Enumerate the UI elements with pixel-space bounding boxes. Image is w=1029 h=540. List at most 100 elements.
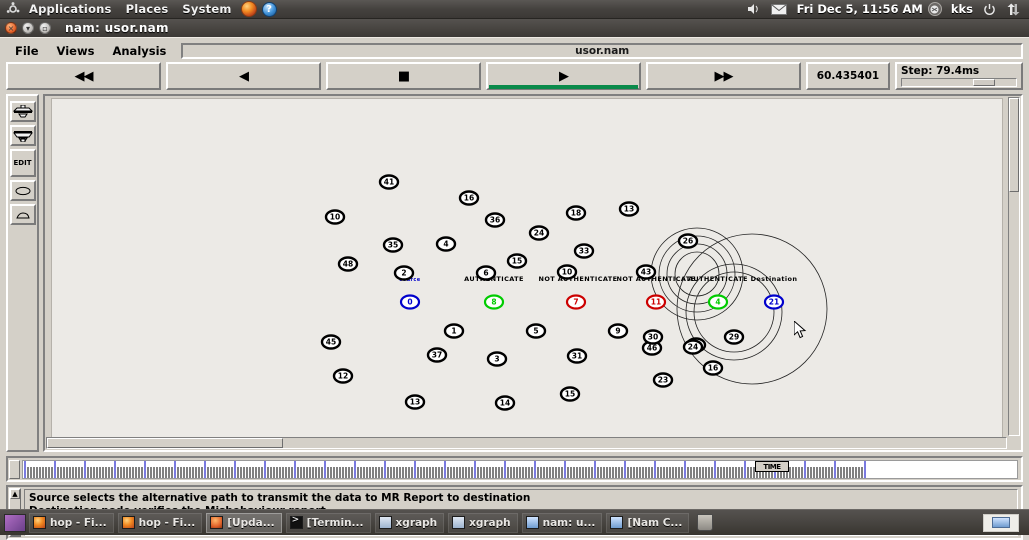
network-node[interactable]: 5 (527, 325, 545, 338)
timeline-scroll-left-button[interactable] (9, 460, 20, 479)
network-node[interactable]: 0 (401, 296, 419, 309)
network-node[interactable]: 21 (765, 296, 783, 309)
console-line: Source selects the alternative path to t… (29, 492, 1013, 505)
network-node[interactable]: 43 (637, 266, 655, 279)
taskbar-item[interactable]: [Upda... (206, 513, 281, 533)
trash-icon[interactable] (697, 514, 713, 531)
network-node[interactable]: 48 (339, 258, 357, 271)
canvas-horizontal-scrollbar-thumb[interactable] (47, 438, 283, 448)
network-node-id: 24 (688, 343, 698, 352)
canvas-horizontal-scrollbar[interactable] (46, 437, 1007, 449)
zoom-in-button[interactable] (10, 101, 36, 122)
step-size-slider-thumb[interactable] (973, 79, 995, 86)
firefox-icon[interactable] (241, 1, 257, 17)
network-node[interactable]: 13 (406, 396, 424, 409)
minimize-icon[interactable]: ▾ (22, 22, 34, 34)
zoom-out-button[interactable] (10, 125, 36, 146)
network-node[interactable]: 36 (486, 214, 504, 227)
network-node-id: 21 (769, 298, 779, 307)
network-node[interactable]: 26 (679, 235, 697, 248)
network-node[interactable]: 37 (428, 349, 446, 362)
clock[interactable]: Fri Dec 5, 11:56 AM (792, 2, 928, 16)
window-list-icon[interactable] (983, 514, 1019, 532)
fast-forward-button[interactable]: ▶▶ (646, 62, 801, 90)
network-node[interactable]: 18 (567, 207, 585, 220)
network-node-id: 24 (534, 229, 544, 238)
step-size-slider[interactable] (901, 78, 1017, 87)
taskbar-item[interactable]: [Termin... (286, 513, 371, 533)
menu-analysis[interactable]: Analysis (103, 42, 175, 60)
network-node[interactable]: 1 (445, 325, 463, 338)
menu-applications[interactable]: Applications (22, 0, 119, 18)
network-node[interactable]: 6 (477, 267, 495, 280)
user-avatar-icon[interactable] (928, 2, 942, 16)
taskbar-item[interactable]: hop - Fi... (118, 513, 203, 533)
network-node[interactable]: 35 (384, 239, 402, 252)
stop-button[interactable]: ■ (326, 62, 481, 90)
network-node[interactable]: 31 (568, 350, 586, 363)
network-updown-icon[interactable] (1001, 3, 1025, 16)
network-node[interactable]: 10 (326, 211, 344, 224)
trace-filename-field[interactable]: usor.nam (181, 43, 1023, 59)
menu-places[interactable]: Places (119, 0, 176, 18)
network-node[interactable]: 45 (322, 336, 340, 349)
network-node[interactable]: 2 (395, 267, 413, 280)
taskbar-item[interactable]: xgraph (375, 513, 445, 533)
rewind-button[interactable]: ◀◀ (6, 62, 161, 90)
network-node[interactable]: 24 (684, 341, 702, 354)
network-node[interactable]: 16 (704, 362, 722, 375)
network-node[interactable]: 7 (567, 296, 585, 309)
close-icon[interactable]: × (5, 22, 17, 34)
menu-file[interactable]: File (6, 42, 48, 60)
taskbar-item[interactable]: [Nam C... (606, 513, 689, 533)
network-node[interactable]: 41 (380, 176, 398, 189)
volume-icon[interactable] (742, 3, 766, 15)
scroll-up-icon[interactable]: ▲ (10, 489, 20, 499)
network-node[interactable]: 23 (654, 374, 672, 387)
network-node[interactable]: 13 (620, 203, 638, 216)
show-desktop-icon[interactable] (4, 514, 26, 532)
play-button[interactable]: ▶ (486, 62, 641, 90)
network-animation-canvas[interactable]: sourceAUTHENTICATENOT AUTHENTICATENOT AU… (51, 98, 1003, 438)
network-node[interactable]: 10 (558, 266, 576, 279)
power-icon[interactable] (978, 3, 1001, 16)
network-node[interactable]: 15 (561, 388, 579, 401)
gnome-foot-icon[interactable] (4, 1, 22, 17)
canvas-vertical-scrollbar-thumb[interactable] (1009, 98, 1019, 192)
network-node-id: 16 (464, 194, 474, 203)
network-node[interactable]: 8 (485, 296, 503, 309)
step-back-button[interactable]: ◀ (166, 62, 321, 90)
mouse-pointer-icon (794, 321, 808, 340)
menu-views[interactable]: Views (48, 42, 104, 60)
menu-system[interactable]: System (175, 0, 238, 18)
network-node[interactable]: 9 (609, 325, 627, 338)
username[interactable]: kks (946, 2, 978, 16)
help-icon[interactable]: ? (262, 2, 277, 17)
network-node[interactable]: 14 (496, 397, 514, 410)
transmission-ring (675, 252, 719, 296)
taskbar-item[interactable]: xgraph (448, 513, 518, 533)
network-node[interactable]: 24 (530, 227, 548, 240)
oval-tool-button[interactable] (10, 180, 36, 201)
network-node-id: 2 (401, 269, 406, 278)
timeline-time-marker[interactable]: TIME (755, 461, 789, 472)
edit-button[interactable]: EDIT (10, 149, 36, 177)
mail-icon[interactable] (766, 4, 792, 15)
blob-tool-button[interactable] (10, 204, 36, 225)
taskbar-item[interactable]: nam: u... (522, 513, 603, 533)
network-node[interactable]: 16 (460, 192, 478, 205)
network-node[interactable]: 33 (575, 245, 593, 258)
network-node[interactable]: 4 (437, 238, 455, 251)
network-node[interactable]: 4 (709, 296, 727, 309)
taskbar-item[interactable]: hop - Fi... (29, 513, 114, 533)
network-node[interactable]: 29 (725, 331, 743, 344)
network-node[interactable]: 30 (644, 331, 662, 344)
network-node[interactable]: 3 (488, 353, 506, 366)
canvas-vertical-scrollbar[interactable] (1008, 97, 1020, 436)
maximize-icon[interactable]: ▫ (39, 22, 51, 34)
network-node[interactable]: 11 (647, 296, 665, 309)
network-node[interactable]: 12 (334, 370, 352, 383)
timeline-ruler[interactable]: TIME (22, 460, 1018, 479)
taskbar-item-label: xgraph (396, 517, 438, 529)
network-node[interactable]: 15 (508, 255, 526, 268)
